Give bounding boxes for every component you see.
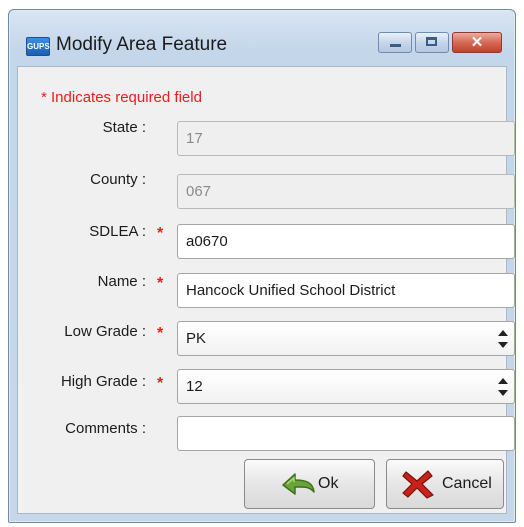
close-icon: ✕ (470, 34, 484, 51)
name-required-mark: * (157, 275, 164, 292)
comments-input[interactable] (177, 416, 515, 451)
title-bar[interactable]: GUPS Modify Area Feature ✕ (9, 10, 515, 70)
minimize-icon (390, 44, 401, 47)
app-icon: GUPS (26, 37, 50, 56)
maximize-icon (426, 37, 437, 46)
sdlea-required-mark: * (157, 225, 164, 242)
low-grade-label: Low Grade : (64, 323, 146, 340)
minimize-button[interactable] (378, 32, 412, 53)
dialog-window: GUPS Modify Area Feature ✕ * Indicates r… (8, 9, 516, 523)
required-field-note: * Indicates required field (41, 89, 202, 106)
state-field: 17 (177, 121, 515, 156)
high-grade-value: 12 (186, 378, 203, 395)
maximize-button[interactable] (415, 32, 449, 53)
low-grade-value: PK (186, 330, 207, 347)
sdlea-label: SDLEA : (89, 223, 146, 240)
name-input[interactable]: Hancock Unified School District (177, 273, 515, 308)
low-grade-required-mark: * (157, 325, 164, 342)
sdlea-input[interactable]: a0670 (177, 224, 515, 259)
cancel-label: Cancel (442, 475, 492, 492)
cancel-x-icon (402, 470, 434, 499)
ok-arrow-icon (282, 473, 315, 495)
county-label: County : (90, 171, 146, 188)
high-grade-label: High Grade : (60, 373, 146, 390)
form-panel: * Indicates required field State : 17 Co… (17, 66, 515, 514)
comments-label: Comments : (65, 420, 146, 437)
cancel-button[interactable]: Cancel (386, 459, 504, 509)
low-grade-select[interactable]: PK (177, 321, 515, 356)
high-grade-select[interactable]: 12 (177, 369, 515, 404)
county-field: 067 (177, 174, 515, 209)
close-button[interactable]: ✕ (452, 32, 502, 53)
state-label: State : (102, 119, 146, 136)
select-arrows-icon (498, 330, 508, 348)
name-label: Name : (97, 273, 146, 290)
window-title: Modify Area Feature (56, 34, 228, 55)
high-grade-required-mark: * (157, 375, 164, 392)
ok-button[interactable]: Ok (244, 459, 375, 509)
ok-label: Ok (318, 475, 339, 492)
select-arrows-icon (498, 378, 508, 396)
